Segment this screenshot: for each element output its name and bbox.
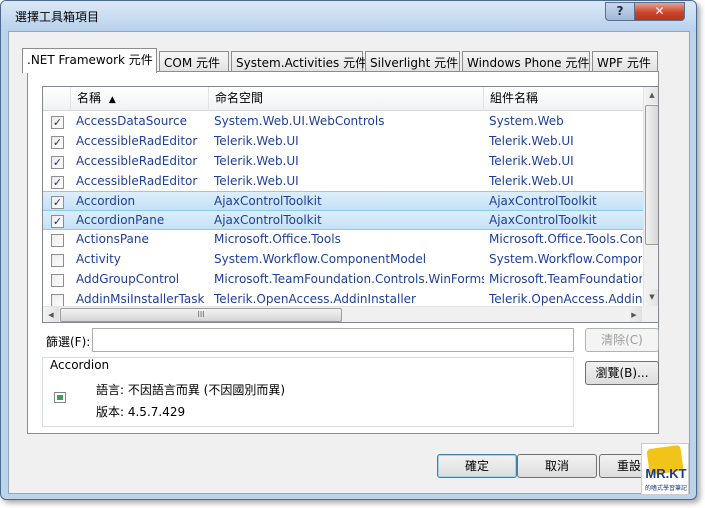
header-namespace[interactable]: 命名空間 (209, 87, 484, 111)
horizontal-scroll-thumb[interactable]: III (60, 308, 342, 322)
logo-subtitle: 的嗜式學習筆記 (644, 485, 687, 492)
row-assembly: System.Workflow.Compone (489, 252, 642, 266)
ok-button[interactable]: 確定 (437, 454, 517, 478)
list-header: 名稱 ▲ 命名空間 組件名稱 (43, 87, 643, 111)
row-checkbox[interactable] (51, 274, 64, 287)
row-namespace: Telerik.Web.UI (214, 134, 299, 148)
table-row[interactable]: ActionsPane Microsoft.Office.Tools Microso… (43, 230, 643, 250)
row-namespace: AjaxControlToolkit (214, 194, 322, 208)
row-name: Accordion (76, 194, 136, 208)
table-row[interactable]: ✓ AccessibleRadEditor Telerik.Web.UI Teleri… (43, 132, 643, 152)
row-assembly: AjaxControlToolkit (489, 194, 597, 208)
row-namespace: Telerik.OpenAccess.AddinInstaller (214, 292, 416, 306)
row-name: AddinMsiInstallerTask (76, 292, 205, 306)
row-namespace: System.Workflow.ComponentModel (214, 252, 427, 266)
table-row[interactable]: AddGroupControl Microsoft.TeamFoundation.… (43, 270, 643, 290)
clear-button[interactable]: 清除(C) (585, 328, 659, 352)
row-name: AccessibleRadEditor (76, 134, 198, 148)
row-name: Activity (76, 252, 121, 266)
tab-windows-phone[interactable]: Windows Phone 元件 (462, 51, 590, 72)
tab-wpf[interactable]: WPF 元件 (592, 51, 658, 72)
sort-ascending-icon: ▲ (108, 95, 116, 105)
filter-input[interactable] (92, 328, 574, 352)
row-checkbox[interactable]: ✓ (51, 176, 64, 189)
scroll-down-icon[interactable]: ▼ (644, 289, 658, 306)
close-button[interactable]: ✕ (634, 2, 685, 21)
table-row[interactable]: ✓ AccessibleRadEditor Telerik.Web.UI Teleri… (43, 172, 643, 192)
title-bar[interactable]: 選擇工具箱項目 ? ✕ (1, 1, 696, 31)
row-name: AccessibleRadEditor (76, 154, 198, 168)
browse-button[interactable]: 瀏覽(B)... (585, 361, 659, 385)
language-info: 語言: 不因語言而異 (不因國別而異) (96, 383, 286, 397)
component-icon (54, 392, 66, 403)
scroll-up-icon[interactable]: ▲ (644, 87, 658, 104)
row-name: AddGroupControl (76, 272, 180, 286)
mrkt-logo: MR.KT 的嗜式學習筆記 (641, 443, 689, 495)
row-checkbox[interactable] (51, 254, 64, 267)
row-checkbox[interactable]: ✓ (51, 215, 64, 228)
table-row[interactable]: ✓ Accordion AjaxControlToolkit AjaxControlT… (43, 191, 643, 211)
tab-dotnet-framework[interactable]: .NET Framework 元件 (22, 48, 157, 73)
row-assembly: Telerik.Web.UI (489, 174, 574, 188)
row-assembly: AjaxControlToolkit (489, 213, 597, 227)
table-row[interactable]: Activity System.Workflow.ComponentModel Sy… (43, 250, 643, 270)
filter-label: 篩選(F): (46, 335, 91, 349)
horizontal-scrollbar[interactable]: ◀ III ▶ (43, 306, 643, 322)
header-name[interactable]: 名稱 ▲ (71, 87, 209, 111)
row-namespace: AjaxControlToolkit (214, 213, 322, 227)
tab-silverlight[interactable]: Silverlight 元件 (365, 51, 460, 72)
row-checkbox[interactable]: ✓ (51, 156, 64, 169)
component-list[interactable]: 名稱 ▲ 命名空間 組件名稱 ✓ AccessDataSource System.W… (42, 86, 659, 323)
cancel-button[interactable]: 取消 (517, 454, 597, 478)
scroll-left-icon[interactable]: ◀ (43, 307, 59, 322)
vertical-scrollbar[interactable]: ▲ ▼ (643, 87, 658, 306)
row-name: AccessibleRadEditor (76, 174, 198, 188)
header-checkbox-column[interactable] (43, 87, 71, 111)
logo-text: MR.KT (645, 466, 687, 481)
row-assembly: Microsoft.TeamFoundation (489, 272, 642, 286)
row-name: AccessDataSource (76, 114, 187, 128)
scroll-right-icon[interactable]: ▶ (626, 307, 642, 322)
row-namespace: Microsoft.Office.Tools (214, 232, 341, 246)
row-namespace: Telerik.Web.UI (214, 174, 299, 188)
row-namespace: Microsoft.TeamFoundation.Controls.WinFor… (214, 272, 484, 286)
table-row[interactable]: ✓ AccordionPane AjaxControlToolkit AjaxCont… (43, 210, 643, 230)
scrollbar-corner (643, 306, 658, 322)
row-checkbox[interactable]: ✓ (51, 196, 64, 209)
row-assembly: Microsoft.Office.Tools.Com (489, 232, 642, 246)
row-checkbox[interactable]: ✓ (51, 116, 64, 129)
row-assembly: Telerik.Web.UI (489, 134, 574, 148)
selected-component-name: Accordion (50, 358, 110, 372)
tab-system-activities[interactable]: System.Activities 元件 (231, 51, 367, 72)
row-assembly: Telerik.Web.UI (489, 154, 574, 168)
window-title: 選擇工具箱項目 (15, 10, 100, 24)
version-info: 版本: 4.5.7.429 (96, 405, 186, 419)
table-row[interactable]: ✓ AccessDataSource System.Web.UI.WebContro… (43, 112, 643, 132)
row-checkbox[interactable] (51, 234, 64, 247)
help-button[interactable]: ? (605, 2, 635, 21)
row-namespace: System.Web.UI.WebControls (214, 114, 385, 128)
row-name: ActionsPane (76, 232, 149, 246)
header-name-label: 名稱 (77, 91, 102, 105)
row-name: AccordionPane (76, 213, 165, 227)
vertical-scroll-thumb[interactable] (645, 105, 658, 245)
table-row[interactable]: ✓ AccessibleRadEditor Telerik.Web.UI Teleri… (43, 152, 643, 172)
header-assembly[interactable]: 組件名稱 (484, 87, 643, 111)
row-assembly: Telerik.OpenAccess.AddinInst (489, 292, 642, 306)
row-assembly: System.Web (489, 114, 564, 128)
row-checkbox[interactable]: ✓ (51, 136, 64, 149)
list-rows: ✓ AccessDataSource System.Web.UI.WebContro… (43, 112, 643, 310)
tab-com[interactable]: COM 元件 (159, 51, 229, 72)
row-namespace: Telerik.Web.UI (214, 154, 299, 168)
